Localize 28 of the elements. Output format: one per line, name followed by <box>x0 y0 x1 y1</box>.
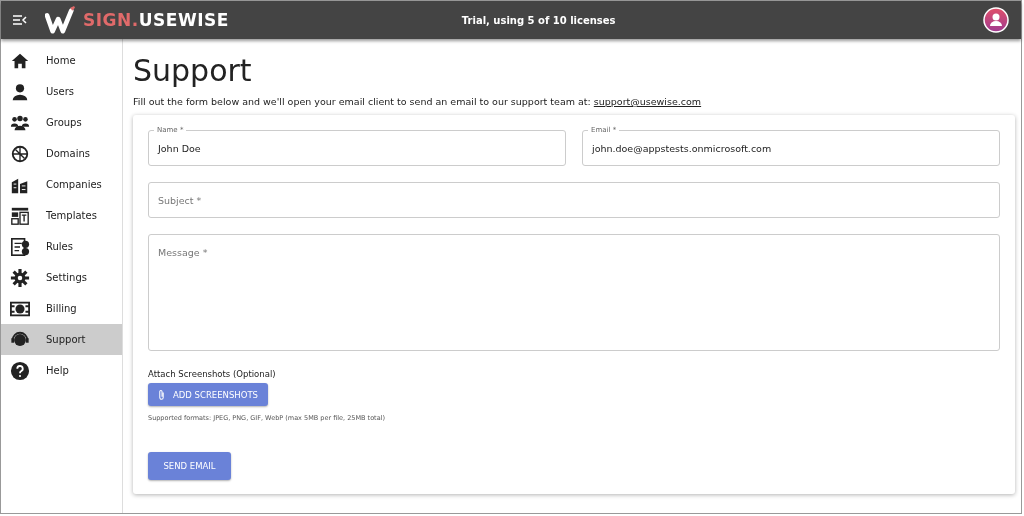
layout-icon <box>10 205 30 226</box>
add-screenshots-button[interactable]: ADD SCREENSHOTS <box>148 383 268 406</box>
sidebar-item[interactable]: Rules <box>1 231 122 262</box>
avatar-icon[interactable] <box>983 7 1009 33</box>
logo-text: SIGN. <box>83 10 139 30</box>
page-title: Support <box>133 53 253 88</box>
support-email-link[interactable]: support@usewise.com <box>593 96 702 107</box>
user-icon <box>10 81 30 102</box>
intro-text: Fill out the form below and we'll open your email client to send an email to our support team at: support@usewise.com <box>133 96 703 107</box>
sidebar-item[interactable]: Groups <box>1 107 122 138</box>
sidebar-item[interactable]: Support <box>1 324 122 355</box>
sidebar-item[interactable]: Home <box>1 45 122 76</box>
logo-icon <box>45 6 77 34</box>
logo-text: USEWISE <box>138 10 229 30</box>
sidebar-item[interactable]: Templates <box>1 200 122 231</box>
help-icon <box>10 360 30 381</box>
sidebar-item[interactable]: Settings <box>1 262 122 293</box>
send-email-button[interactable]: SEND EMAIL <box>148 452 231 480</box>
sidebar-item[interactable]: Billing <box>1 293 122 324</box>
sidebar-item[interactable]: Help <box>1 355 122 386</box>
license-status: Trial, using 5 of 10 licenses <box>461 14 617 26</box>
gear-icon <box>10 267 30 288</box>
attach-label: Attach Screenshots (Optional) <box>148 369 277 379</box>
sidebar-item[interactable]: Companies <box>1 169 122 200</box>
menu-collapse-icon[interactable] <box>13 15 27 25</box>
sidebar-item[interactable]: Domains <box>1 138 122 169</box>
sidebar-item[interactable]: Users <box>1 76 122 107</box>
paperclip-icon <box>158 388 165 401</box>
